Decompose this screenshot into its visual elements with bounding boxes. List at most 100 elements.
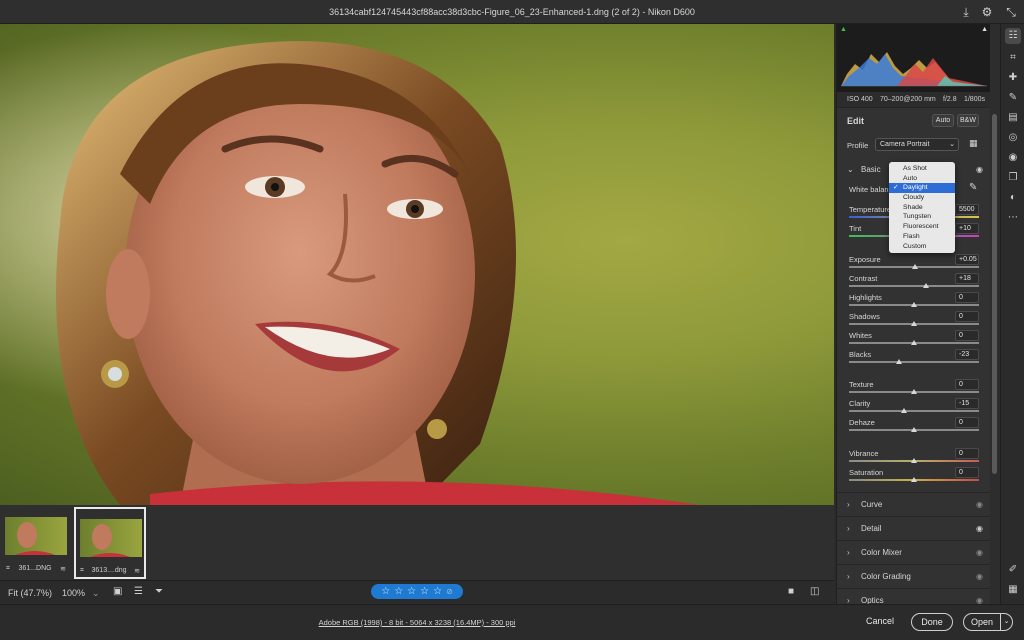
vibrance-label: Vibrance xyxy=(849,449,879,458)
visibility-icon[interactable]: ◉ xyxy=(976,572,983,581)
wb-option-cloudy[interactable]: Cloudy xyxy=(889,193,955,203)
wb-option-tungsten[interactable]: Tungsten xyxy=(889,212,955,222)
grid-icon[interactable]: ▦ xyxy=(1005,582,1021,598)
reject-icon[interactable]: ⊘ xyxy=(446,587,453,596)
shadows-value[interactable]: 0 xyxy=(955,311,979,322)
clarity-value[interactable]: -15 xyxy=(955,398,979,409)
wb-option-flash[interactable]: Flash xyxy=(889,232,955,242)
gear-icon[interactable]: ⚙ xyxy=(979,4,995,20)
temperature-value[interactable]: 5500 xyxy=(955,204,979,215)
section-color-mixer[interactable]: › Color Mixer ◉ xyxy=(837,540,990,564)
shadow-clipping-icon[interactable]: ▲ xyxy=(840,26,847,33)
open-button[interactable]: Open xyxy=(963,613,1001,631)
eyedropper-icon[interactable]: ✎ xyxy=(969,182,977,193)
profile-select[interactable]: Camera Portrait ⌄ xyxy=(875,138,959,151)
clarity-label: Clarity xyxy=(849,399,871,408)
color-sampler-icon[interactable]: ✐ xyxy=(1005,562,1021,578)
zoom-100-button[interactable]: 100% xyxy=(62,588,85,598)
texture-slider-handle[interactable] xyxy=(911,389,917,394)
contrast-value[interactable]: +18 xyxy=(955,273,979,284)
vibrance-slider-handle[interactable] xyxy=(911,458,917,463)
blacks-value[interactable]: -23 xyxy=(955,349,979,360)
panel-scrollbar[interactable] xyxy=(990,24,1000,604)
open-options-icon[interactable]: ⌄ xyxy=(1000,613,1013,631)
clarity-slider-handle[interactable] xyxy=(901,408,908,413)
fit-zoom-button[interactable]: Fit (47.7%) xyxy=(8,588,52,598)
whites-value[interactable]: 0 xyxy=(955,330,979,341)
exposure-slider-handle[interactable] xyxy=(911,264,918,269)
crop-icon[interactable]: ⌗ xyxy=(1005,50,1021,66)
bw-button[interactable]: B&W xyxy=(957,114,979,127)
vibrance-value[interactable]: 0 xyxy=(955,448,979,459)
star-3-icon[interactable]: ☆ xyxy=(407,586,416,597)
iso-value: ISO 400 xyxy=(847,96,873,103)
clarity-slider[interactable] xyxy=(849,410,979,412)
visibility-icon[interactable]: ◉ xyxy=(976,548,983,557)
section-detail[interactable]: › Detail ◉ xyxy=(837,516,990,540)
filmstrip-thumb[interactable]: ⌗ 361...DNG ≋ xyxy=(2,513,70,581)
shadows-slider-handle[interactable] xyxy=(911,321,917,326)
visibility-icon[interactable]: ◉ xyxy=(976,596,983,604)
linear-gradient-icon[interactable]: ▤ xyxy=(1005,110,1021,126)
before-after-icon[interactable]: ◫ xyxy=(810,586,819,597)
star-1-icon[interactable]: ☆ xyxy=(381,586,390,597)
radial-gradient-icon[interactable]: ◎ xyxy=(1005,130,1021,146)
zoom-dropdown-icon[interactable]: ⌄ xyxy=(92,588,100,599)
contrast-slider[interactable] xyxy=(849,285,979,287)
done-button[interactable]: Done xyxy=(911,613,953,631)
visibility-icon[interactable]: ◉ xyxy=(976,165,983,174)
filmstrip-toggle-icon[interactable]: ▣ xyxy=(113,586,122,597)
snapshots-icon[interactable]: ❐ xyxy=(1005,170,1021,186)
highlights-slider-handle[interactable] xyxy=(911,302,917,307)
highlights-value[interactable]: 0 xyxy=(955,292,979,303)
section-color-grading[interactable]: › Color Grading ◉ xyxy=(837,564,990,588)
sort-icon[interactable]: ☰ xyxy=(134,586,143,597)
collapse-icon[interactable]: ⤡ xyxy=(1003,4,1019,20)
wb-option-as-shot[interactable]: As Shot xyxy=(889,164,955,174)
brush-icon[interactable]: ✎ xyxy=(1005,90,1021,106)
wb-option-fluorescent[interactable]: Fluorescent xyxy=(889,222,955,232)
save-icon[interactable]: ⤓ xyxy=(958,4,974,20)
contrast-slider-handle[interactable] xyxy=(922,283,929,288)
filmstrip-thumb-selected[interactable]: ⌗ 3613....dng ≋ xyxy=(74,507,146,579)
section-curve[interactable]: › Curve ◉ xyxy=(837,492,990,516)
star-5-icon[interactable]: ☆ xyxy=(433,586,442,597)
tint-value[interactable]: +10 xyxy=(955,223,979,234)
wb-option-daylight[interactable]: ✓ Daylight xyxy=(889,183,955,194)
exposure-value[interactable]: +0.05 xyxy=(955,254,979,265)
profile-browser-icon[interactable]: ▦ xyxy=(969,138,978,149)
dehaze-slider-handle[interactable] xyxy=(911,427,917,432)
visibility-icon[interactable]: ◉ xyxy=(976,524,983,533)
saturation-slider-handle[interactable] xyxy=(911,477,917,482)
saturation-value[interactable]: 0 xyxy=(955,467,979,478)
workflow-options-link[interactable]: Adobe RGB (1998) - 8 bit - 5064 x 3238 (… xyxy=(0,618,834,627)
presets-icon[interactable]: ◐ xyxy=(1005,190,1021,206)
visibility-icon[interactable]: ◉ xyxy=(976,500,983,509)
healing-icon[interactable]: ✚ xyxy=(1005,70,1021,86)
star-rating[interactable]: ☆ ☆ ☆ ☆ ☆ ⊘ xyxy=(371,584,463,599)
blacks-slider[interactable] xyxy=(849,361,979,363)
profile-label: Profile xyxy=(847,141,869,150)
red-eye-icon[interactable]: ◉ xyxy=(1005,150,1021,166)
white-balance-menu[interactable]: As Shot Auto ✓ Daylight Cloudy Shade Tungsten F… xyxy=(889,162,955,253)
star-4-icon[interactable]: ☆ xyxy=(420,586,429,597)
scrollbar-thumb[interactable] xyxy=(992,114,997,474)
full-screen-icon[interactable]: ■ xyxy=(788,586,794,597)
auto-button[interactable]: Auto xyxy=(932,114,954,127)
wb-option-auto[interactable]: Auto xyxy=(889,174,955,184)
section-optics[interactable]: › Optics ◉ xyxy=(837,588,990,604)
filter-icon[interactable]: ⏷ xyxy=(155,586,163,597)
edit-sliders-icon[interactable]: ☷ xyxy=(1005,28,1021,44)
image-canvas[interactable] xyxy=(0,24,834,505)
blacks-slider-handle[interactable] xyxy=(896,359,903,364)
star-2-icon[interactable]: ☆ xyxy=(394,586,403,597)
exposure-label: Exposure xyxy=(849,255,881,264)
highlight-clipping-icon[interactable]: ▲ xyxy=(981,26,988,33)
wb-option-shade[interactable]: Shade xyxy=(889,203,955,213)
texture-value[interactable]: 0 xyxy=(955,379,979,390)
cancel-button[interactable]: Cancel xyxy=(860,613,900,631)
dehaze-value[interactable]: 0 xyxy=(955,417,979,428)
whites-slider-handle[interactable] xyxy=(911,340,917,345)
more-icon[interactable]: ⋯ xyxy=(1005,210,1021,226)
wb-option-custom[interactable]: Custom xyxy=(889,242,955,252)
